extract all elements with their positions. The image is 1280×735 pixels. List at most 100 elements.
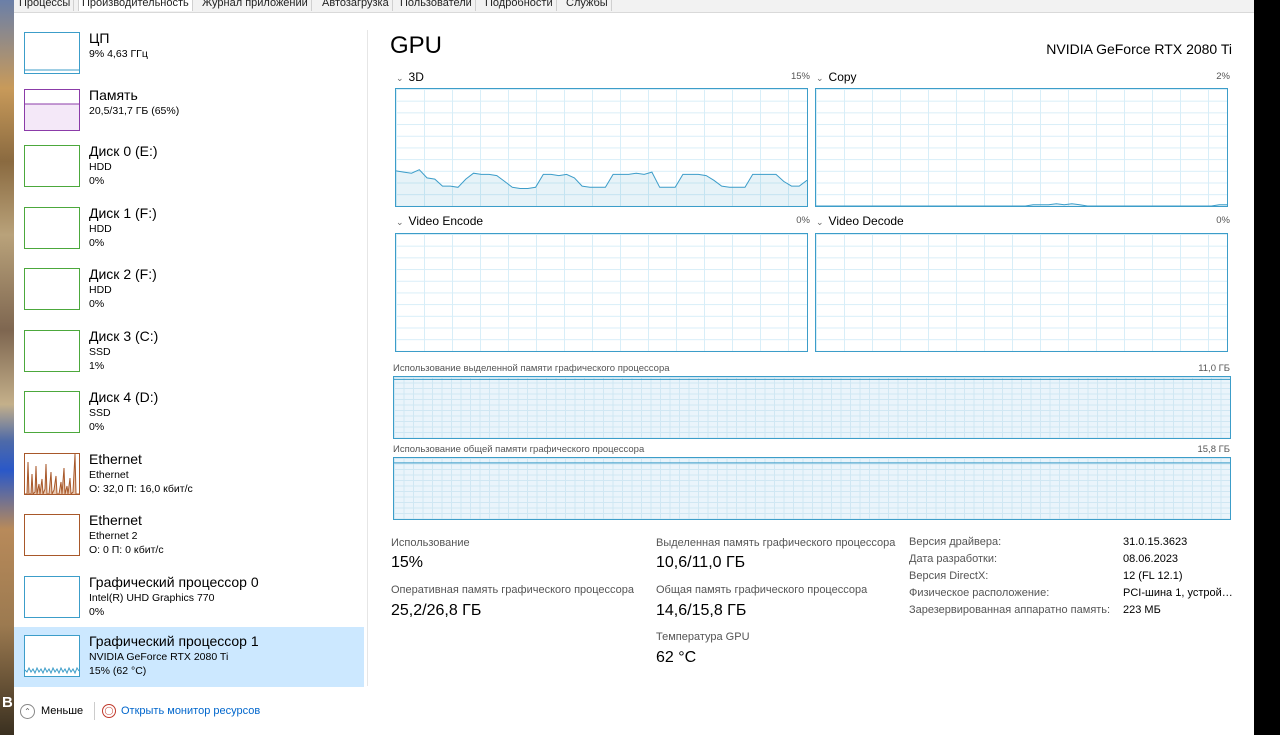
sidebar-item-usage: 0% [89,298,105,310]
engine-3d-trace [396,169,807,206]
tab-processes[interactable]: Процессы [16,0,75,11]
sidebar-item-disk-4[interactable]: Диск 4 (D:) SSD 0% [14,387,364,447]
tab-details[interactable]: Подробности [482,0,557,11]
sidebar-item-usage: 0% [89,237,105,249]
footer-bar: ⌃ Меньше ◯ Открыть монитор ресурсов [14,696,1254,726]
dedicated-stat-label: Выделенная память графического процессор… [656,537,896,549]
sidebar-item-ethernet-1[interactable]: Ethernet Ethernet О: 32,0 П: 16,0 кбит/с [14,449,364,509]
chevron-up-icon[interactable]: ⌃ [20,704,35,719]
gpu-thumbnail [24,635,80,677]
gpu-detail-pane: GPU NVIDIA GeForce RTX 2080 Ti ⌄ 3D 15% ⌄… [390,28,1240,688]
sidebar-item-disk-0[interactable]: Диск 0 (E:) HDD 0% [14,141,364,201]
disk-thumbnail [24,145,80,187]
engine-copy-selector[interactable]: ⌄ Copy [816,70,857,84]
sidebar-item-gpu-1[interactable]: Графический процессор 1 NVIDIA GeForce R… [14,627,364,687]
temperature-label: Температура GPU [656,631,750,643]
sidebar-item-adapter: Ethernet [89,469,129,481]
page-title: GPU [390,32,443,59]
ethernet-sparkline [25,454,79,494]
engine-copy-trace [816,203,1227,206]
sidebar-item-title: Диск 2 (F:) [89,266,157,282]
trace-area [396,169,807,206]
directx-version-label: Версия DirectX: [909,570,989,582]
memory-sparkline [25,103,79,105]
temperature-value: 62 °C [656,649,697,666]
driver-date-value: 08.06.2023 [1123,553,1179,565]
disk-thumbnail [24,391,80,433]
engine-copy-percent: 2% [1216,71,1230,82]
sidebar-item-ethernet-2[interactable]: Ethernet Ethernet 2 О: 0 П: 0 кбит/с [14,510,364,570]
engine-3d-label: 3D [408,70,424,84]
open-resource-monitor-link[interactable]: Открыть монитор ресурсов [121,705,260,717]
sidebar-item-cpu[interactable]: ЦП 9% 4,63 ГГц [14,28,364,88]
sidebar-item-throughput: О: 0 П: 0 кбит/с [89,544,164,556]
sidebar-item-disk-2[interactable]: Диск 2 (F:) HDD 0% [14,264,364,324]
tab-startup[interactable]: Автозагрузка [319,0,393,11]
tab-services[interactable]: Службы [563,0,612,11]
sidebar-item-type: HDD [89,223,112,235]
sidebar-item-usage: 1% [89,360,105,372]
sidebar-item-disk-3[interactable]: Диск 3 (C:) SSD 1% [14,326,364,386]
engine-video-decode-graph [815,233,1228,352]
sidebar-item-type: SSD [89,407,111,419]
physical-location-value: PCI-шина 1, устрой… [1123,587,1233,599]
fewer-details-link[interactable]: Меньше [41,705,83,717]
engine-3d-selector[interactable]: ⌄ 3D [396,70,424,84]
sidebar-item-detail: 20,5/31,7 ГБ (65%) [89,105,180,117]
sidebar-item-title: Диск 1 (F:) [89,205,157,221]
engine-video-encode-selector[interactable]: ⌄ Video Encode [396,214,483,228]
shared-memory-level [394,462,1230,464]
gpu-memory-value: 25,2/26,8 ГБ [391,602,482,619]
sidebar-item-title: Диск 0 (E:) [89,143,158,159]
sidebar-item-title: Графический процессор 1 [89,633,259,649]
sidebar-item-adapter: Intel(R) UHD Graphics 770 [89,592,215,604]
dedicated-memory-max: 11,0 ГБ [1198,363,1230,374]
sidebar-item-title: ЦП [89,30,110,46]
sidebar-item-usage: 0% [89,175,105,187]
sidebar-item-throughput: О: 32,0 П: 16,0 кбит/с [89,483,193,495]
disk-thumbnail [24,207,80,249]
utilization-label: Использование [391,537,470,549]
cpu-thumbnail [24,32,80,74]
shared-stat-value: 14,6/15,8 ГБ [656,602,747,619]
dedicated-stat-value: 10,6/11,0 ГБ [656,554,746,571]
trace-line [816,203,1227,206]
engine-3d-percent: 15% [790,71,810,82]
disk-thumbnail [24,268,80,310]
sidebar-item-gpu-0[interactable]: Графический процессор 0 Intel(R) UHD Gra… [14,572,364,632]
dedicated-memory-level [394,378,1230,380]
sidebar-item-adapter: NVIDIA GeForce RTX 2080 Ti [89,651,229,663]
engine-video-encode-graph [395,233,808,352]
engine-video-decode-label: Video Decode [828,214,904,228]
sidebar-item-detail: 9% 4,63 ГГц [89,48,148,60]
sidebar-item-disk-1[interactable]: Диск 1 (F:) HDD 0% [14,203,364,263]
gpu-sparkline [25,666,79,675]
reserved-memory-label: Зарезервированная аппаратно память: [909,604,1111,616]
resource-monitor-icon[interactable]: ◯ [102,704,116,718]
task-manager-window: Процессы Производительность Журнал прило… [14,0,1254,735]
tab-app-history[interactable]: Журнал приложений [199,0,312,11]
chevron-down-icon: ⌄ [816,73,824,83]
engine-video-decode-selector[interactable]: ⌄ Video Decode [816,214,904,228]
sidebar-item-type: HDD [89,284,112,296]
tab-performance[interactable]: Производительность [78,0,193,11]
shared-memory-graph [393,457,1231,520]
sidebar-item-type: SSD [89,346,111,358]
sidebar-item-title: Ethernet [89,512,142,528]
sidebar-item-memory[interactable]: Память 20,5/31,7 ГБ (65%) [14,85,364,145]
ethernet-thumbnail [24,514,80,556]
sidebar-item-usage: 0% [89,421,105,433]
tab-users[interactable]: Пользователи [397,0,476,11]
driver-date-label: Дата разработки: [909,553,998,565]
resource-sidebar: ЦП 9% 4,63 ГГц Память 20,5/31,7 ГБ (65%)… [14,28,364,690]
pane-divider[interactable] [367,30,368,686]
ethernet-thumbnail [24,453,80,495]
chevron-down-icon: ⌄ [396,73,404,83]
gpu-model-name: NVIDIA GeForce RTX 2080 Ti [1046,41,1232,57]
dedicated-memory-graph [393,376,1231,439]
cpu-sparkline [25,69,79,71]
engine-video-encode-percent: 0% [796,215,810,226]
engine-copy-graph [815,88,1228,207]
engine-video-decode-percent: 0% [1216,215,1230,226]
sidebar-item-usage: 0% [89,606,105,618]
